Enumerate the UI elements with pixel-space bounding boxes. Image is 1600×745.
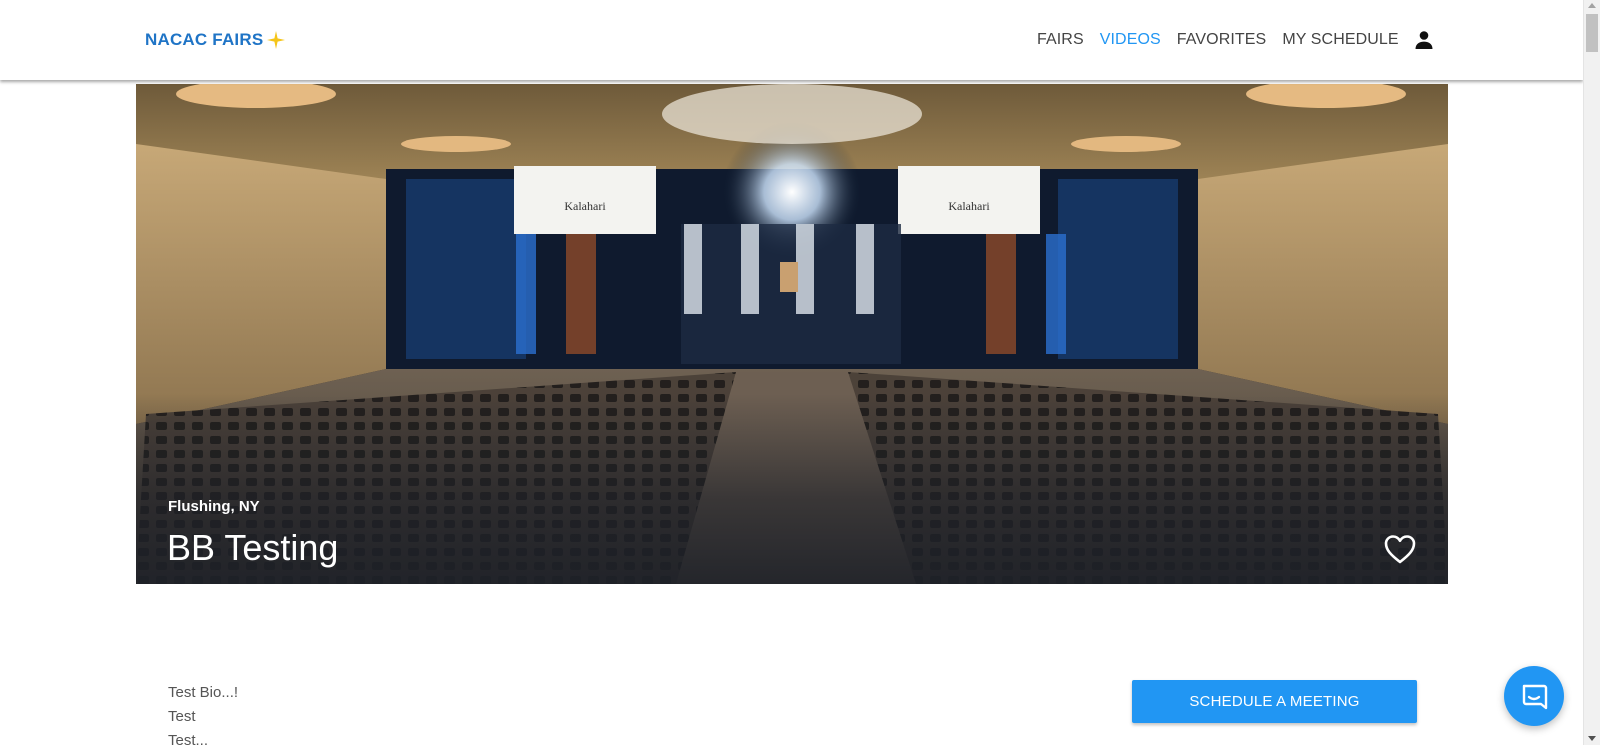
page-scrollbar[interactable] [1583, 0, 1600, 745]
scroll-down-arrow-icon[interactable] [1588, 736, 1596, 741]
scroll-up-arrow-icon[interactable] [1588, 3, 1596, 8]
main-nav: FAIRS VIDEOS FAVORITES MY SCHEDULE [1020, 28, 1399, 52]
chat-icon [1522, 684, 1548, 710]
screen-text-right: Kalahari [948, 199, 990, 213]
bio-line-2: Test [168, 708, 196, 725]
nav-my-schedule[interactable]: MY SCHEDULE [1282, 31, 1398, 49]
hero-banner: Kalahari Kalahari Flushing, NY BB Testin… [136, 84, 1448, 584]
bio-line-1: Test Bio...! [168, 684, 239, 701]
screen-text-left: Kalahari [564, 199, 606, 213]
bio-line-3: Test... [168, 732, 209, 745]
logo-text: NACAC FAIRS [145, 30, 264, 49]
nav-fairs[interactable]: FAIRS [1037, 31, 1084, 49]
nacac-fairs-logo[interactable]: NACAC FAIRS [145, 29, 286, 51]
nav-videos[interactable]: VIDEOS [1100, 31, 1161, 49]
heart-outline-icon[interactable] [1383, 533, 1417, 565]
top-header: NACAC FAIRS FAIRS VIDEOS FAVORITES MY SC… [0, 0, 1583, 80]
fair-location: Flushing, NY [168, 498, 260, 515]
scroll-thumb[interactable] [1586, 14, 1598, 52]
chat-launcher-button[interactable] [1504, 666, 1564, 726]
fair-title: BB Testing [167, 527, 339, 568]
star-icon [267, 31, 286, 49]
schedule-meeting-button[interactable]: SCHEDULE A MEETING [1132, 680, 1417, 723]
person-icon[interactable] [1412, 28, 1436, 52]
nav-favorites[interactable]: FAVORITES [1177, 31, 1267, 49]
